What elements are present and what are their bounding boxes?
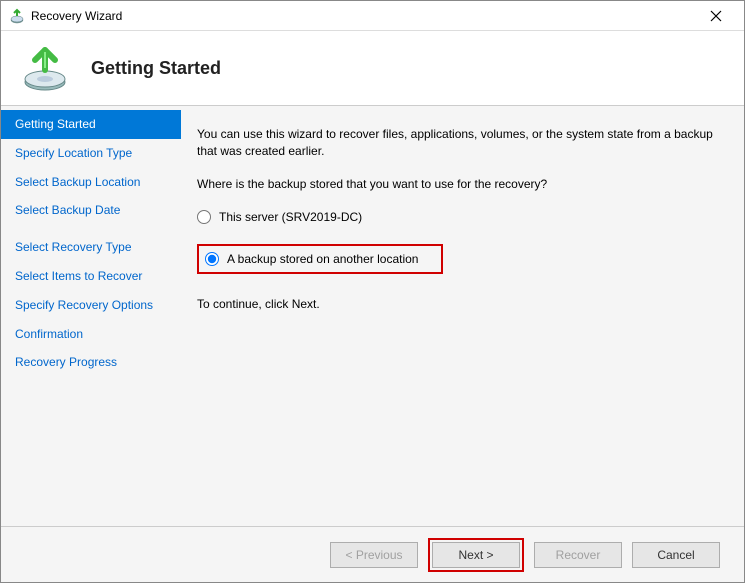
- sidebar-item-recovery-progress[interactable]: Recovery Progress: [1, 348, 181, 377]
- option-another-location[interactable]: A backup stored on another location: [205, 250, 418, 268]
- option-another-location-highlight: A backup stored on another location: [197, 244, 443, 274]
- recover-button[interactable]: Recover: [534, 542, 622, 568]
- sidebar-item-getting-started[interactable]: Getting Started: [1, 110, 181, 139]
- sidebar-item-select-backup-date[interactable]: Select Backup Date: [1, 196, 181, 225]
- cancel-button[interactable]: Cancel: [632, 542, 720, 568]
- next-button-highlight: Next >: [428, 538, 524, 572]
- radio-label-another-location: A backup stored on another location: [227, 252, 418, 266]
- radio-another-location[interactable]: [205, 252, 219, 266]
- question-text: Where is the backup stored that you want…: [197, 176, 714, 193]
- app-icon: [9, 8, 25, 24]
- sidebar-item-label: Confirmation: [15, 327, 83, 341]
- wizard-footer: < Previous Next > Recover Cancel: [1, 526, 744, 582]
- sidebar-item-label: Select Backup Date: [15, 203, 120, 217]
- sidebar-item-label: Select Backup Location: [15, 175, 140, 189]
- sidebar-item-confirmation[interactable]: Confirmation: [1, 320, 181, 349]
- wizard-icon: [21, 44, 69, 92]
- sidebar-item-select-items-to-recover[interactable]: Select Items to Recover: [1, 262, 181, 291]
- previous-button[interactable]: < Previous: [330, 542, 418, 568]
- sidebar: Getting Started Specify Location Type Se…: [1, 106, 181, 526]
- sidebar-item-label: Recovery Progress: [15, 355, 117, 369]
- sidebar-item-label: Getting Started: [15, 117, 96, 131]
- continue-text: To continue, click Next.: [197, 296, 714, 313]
- intro-text: You can use this wizard to recover files…: [197, 126, 714, 160]
- next-button[interactable]: Next >: [432, 542, 520, 568]
- sidebar-item-label: Specify Location Type: [15, 146, 132, 160]
- sidebar-item-specify-location-type[interactable]: Specify Location Type: [1, 139, 181, 168]
- sidebar-item-label: Specify Recovery Options: [15, 298, 153, 312]
- sidebar-item-specify-recovery-options[interactable]: Specify Recovery Options: [1, 291, 181, 320]
- option-this-server[interactable]: This server (SRV2019-DC): [197, 208, 714, 226]
- radio-this-server[interactable]: [197, 210, 211, 224]
- close-button[interactable]: [696, 2, 736, 30]
- sidebar-item-select-recovery-type[interactable]: Select Recovery Type: [1, 233, 181, 262]
- sidebar-item-label: Select Recovery Type: [15, 240, 132, 254]
- sidebar-item-label: Select Items to Recover: [15, 269, 142, 283]
- content-pane: You can use this wizard to recover files…: [181, 106, 744, 526]
- radio-label-this-server: This server (SRV2019-DC): [219, 210, 362, 224]
- titlebar: Recovery Wizard: [1, 1, 744, 31]
- wizard-header: Getting Started: [1, 31, 744, 106]
- page-title: Getting Started: [91, 58, 221, 79]
- sidebar-item-select-backup-location[interactable]: Select Backup Location: [1, 168, 181, 197]
- wizard-body: Getting Started Specify Location Type Se…: [1, 106, 744, 526]
- recovery-wizard-window: Recovery Wizard Getting Started Getting …: [0, 0, 745, 583]
- window-title: Recovery Wizard: [31, 9, 696, 23]
